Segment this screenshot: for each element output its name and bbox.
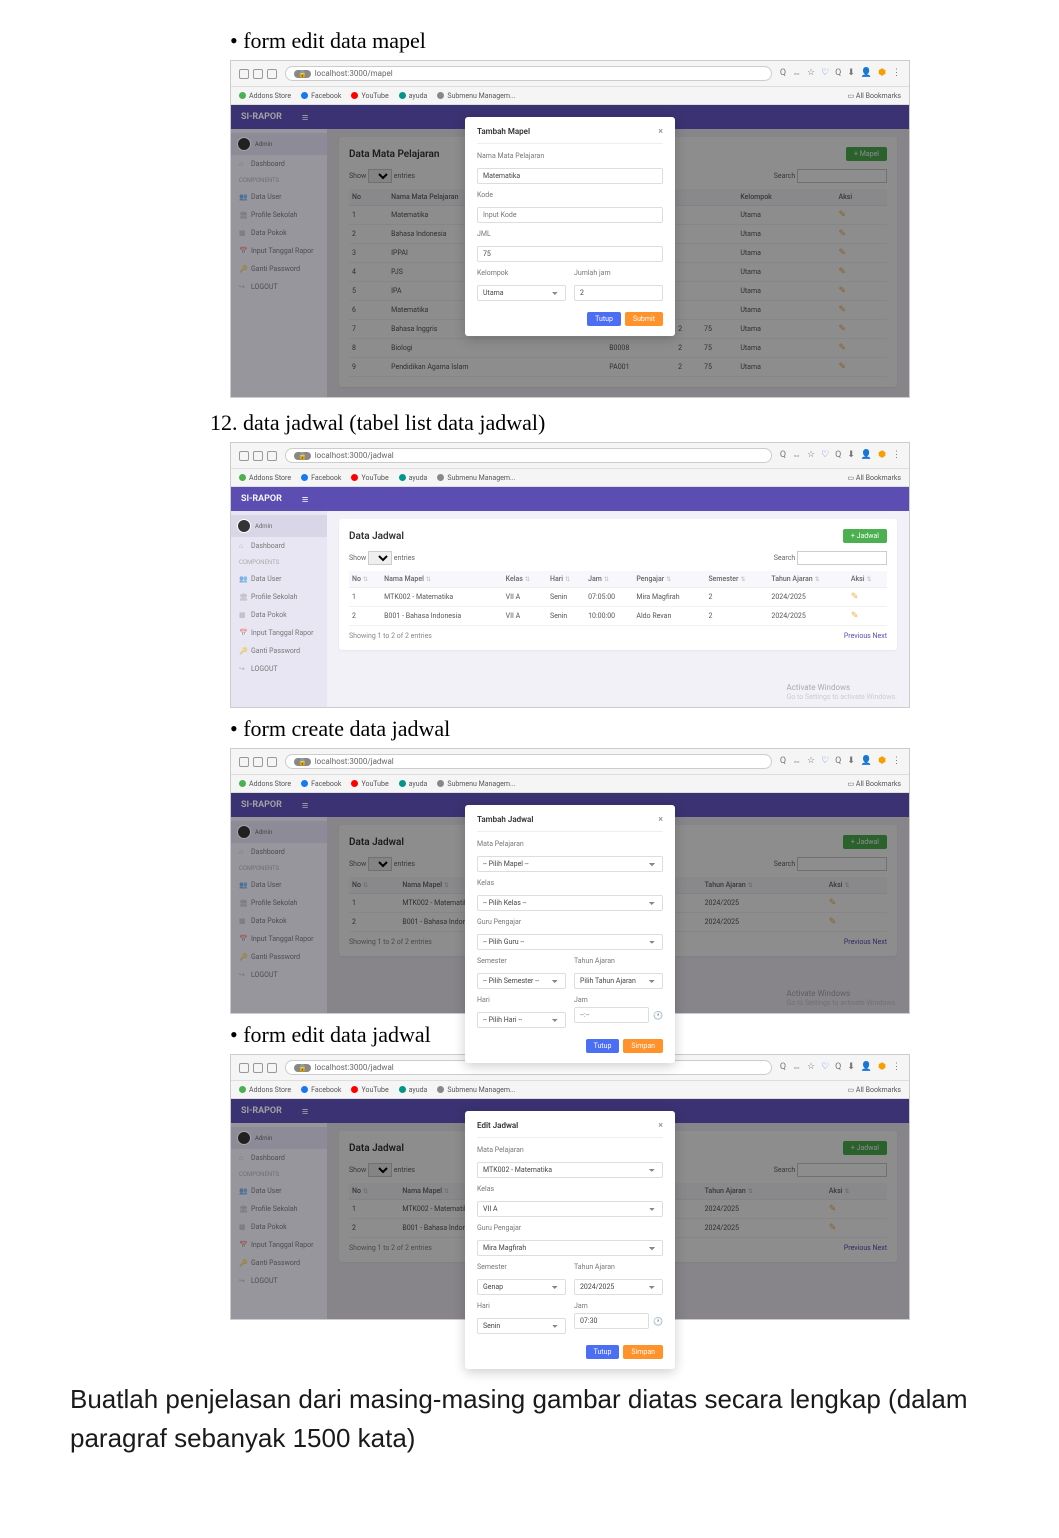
mapel-select[interactable]: -- Pilih Mapel -- bbox=[477, 856, 663, 872]
screenshot-4: 🔒localhost:3000/jadwal Q⇔☆♡Q⬇👤⬢⋮ Addons … bbox=[230, 1054, 910, 1320]
kode-input[interactable] bbox=[477, 207, 663, 223]
entries-select[interactable]: 10 bbox=[368, 551, 392, 565]
bookmark-item[interactable]: ayuda bbox=[409, 92, 428, 100]
mapel-select[interactable]: MTK002 - Matematika bbox=[477, 1162, 663, 1178]
close-button[interactable]: Tutup bbox=[587, 312, 621, 326]
field-label: Kode bbox=[477, 191, 663, 199]
url-bar[interactable]: 🔒localhost:3000/mapel bbox=[285, 66, 772, 81]
bookmarks-bar: Addons Store Facebook YouTube ayuda Subm… bbox=[231, 87, 909, 105]
page-title: Data Jadwal bbox=[349, 531, 404, 542]
url-text: localhost:3000/jadwal bbox=[315, 451, 394, 460]
field-label: Kelompok bbox=[477, 269, 566, 277]
semester-select[interactable]: Genap bbox=[477, 1279, 566, 1295]
bookmark-item[interactable]: Facebook bbox=[311, 92, 341, 100]
add-jadwal-button[interactable]: + Jadwal bbox=[843, 529, 887, 543]
user-prompt-text: Buatlah penjelasan dari masing-masing ga… bbox=[70, 1380, 989, 1458]
modal-title: Tambah Jadwal bbox=[477, 815, 533, 825]
hari-select[interactable]: -- Pilih Hari -- bbox=[477, 1012, 566, 1028]
field-label: Nama Mata Pelajaran bbox=[477, 152, 663, 160]
kelas-select[interactable]: -- Pilih Kelas -- bbox=[477, 895, 663, 911]
jam-input[interactable] bbox=[574, 1313, 649, 1329]
url-bar[interactable]: 🔒localhost:3000/jadwal bbox=[285, 448, 772, 463]
bookmark-item[interactable]: YouTube bbox=[361, 92, 388, 100]
tahun-select[interactable]: Pilih Tahun Ajaran bbox=[574, 973, 663, 989]
forward-icon[interactable] bbox=[253, 69, 263, 79]
screenshot-3: 🔒localhost:3000/jadwal Q⇔☆♡Q⬇👤⬢⋮ Addons … bbox=[230, 748, 910, 1014]
edit-mapel-modal: Tambah Mapel × Nama Mata Pelajaran Kode J… bbox=[465, 117, 675, 336]
edit-icon[interactable]: ✎ bbox=[851, 592, 859, 602]
create-jadwal-modal: Tambah Jadwal× Mata Pelajaran -- Pilih M… bbox=[465, 805, 675, 1063]
edit-jadwal-modal: Edit Jadwal× Mata Pelajaran MTK002 - Mat… bbox=[465, 1111, 675, 1369]
windows-watermark: Activate WindowsGo to Settings to activa… bbox=[787, 683, 897, 701]
submit-button[interactable]: Simpan bbox=[623, 1345, 663, 1359]
close-icon[interactable]: × bbox=[658, 815, 663, 825]
screenshot-1: 🔒localhost:3000/mapel Q⇔☆♡Q⬇👤⬢⋮ Addons S… bbox=[230, 60, 910, 398]
tahun-select[interactable]: 2024/2025 bbox=[574, 1279, 663, 1295]
caption-3: • form create data jadwal bbox=[230, 716, 1019, 742]
caption-2: 12. data jadwal (tabel list data jadwal) bbox=[210, 410, 1019, 436]
edit-icon[interactable]: ✎ bbox=[851, 611, 859, 621]
close-button[interactable]: Tutup bbox=[586, 1039, 620, 1053]
url-text: localhost:3000/mapel bbox=[315, 69, 393, 78]
hari-select[interactable]: Senin bbox=[477, 1318, 566, 1334]
jam-input[interactable] bbox=[574, 1007, 649, 1023]
bookmark-item[interactable]: Addons Store bbox=[249, 92, 291, 100]
field-label: Jumlah jam bbox=[574, 269, 663, 277]
close-button[interactable]: Tutup bbox=[586, 1345, 620, 1359]
field-label: JML bbox=[477, 230, 663, 238]
bookmark-item[interactable]: Submenu Managem... bbox=[447, 92, 515, 100]
guru-select[interactable]: -- Pilih Guru -- bbox=[477, 934, 663, 950]
close-icon[interactable]: × bbox=[658, 1121, 663, 1131]
screenshot-2: 🔒localhost:3000/jadwal Q⇔☆♡Q⬇👤⬢⋮ Addons … bbox=[230, 442, 910, 708]
submit-button[interactable]: Simpan bbox=[623, 1039, 663, 1053]
submit-button[interactable]: Submit bbox=[625, 312, 663, 326]
nama-input[interactable] bbox=[477, 168, 663, 184]
jml-input[interactable] bbox=[477, 246, 663, 262]
browser-toolbar: 🔒localhost:3000/mapel Q⇔☆♡Q⬇👤⬢⋮ bbox=[231, 61, 909, 87]
back-icon[interactable] bbox=[239, 69, 249, 79]
clock-icon[interactable]: 🕐 bbox=[653, 1317, 663, 1326]
semester-select[interactable]: -- Pilih Semester -- bbox=[477, 973, 566, 989]
table-info: Showing 1 to 2 of 2 entries bbox=[349, 632, 432, 640]
jumlah-jam-input[interactable] bbox=[574, 285, 663, 301]
caption-1: • form edit data mapel bbox=[230, 28, 1019, 54]
close-icon[interactable]: × bbox=[658, 127, 663, 137]
jadwal-table: No⇅Nama Mapel⇅Kelas⇅Hari⇅Jam⇅Pengajar⇅Se… bbox=[349, 571, 887, 626]
reload-icon[interactable] bbox=[267, 69, 277, 79]
pagination[interactable]: Previous Next bbox=[844, 632, 887, 640]
kelas-select[interactable]: VII A bbox=[477, 1201, 663, 1217]
modal-title: Tambah Mapel bbox=[477, 127, 530, 137]
clock-icon[interactable]: 🕐 bbox=[653, 1011, 663, 1020]
kelompok-select[interactable]: Utama bbox=[477, 285, 566, 301]
search-input[interactable] bbox=[797, 551, 887, 565]
all-bookmarks[interactable]: ▭ All Bookmarks bbox=[848, 92, 901, 100]
modal-title: Edit Jadwal bbox=[477, 1121, 518, 1131]
guru-select[interactable]: Mira Magfirah bbox=[477, 1240, 663, 1256]
